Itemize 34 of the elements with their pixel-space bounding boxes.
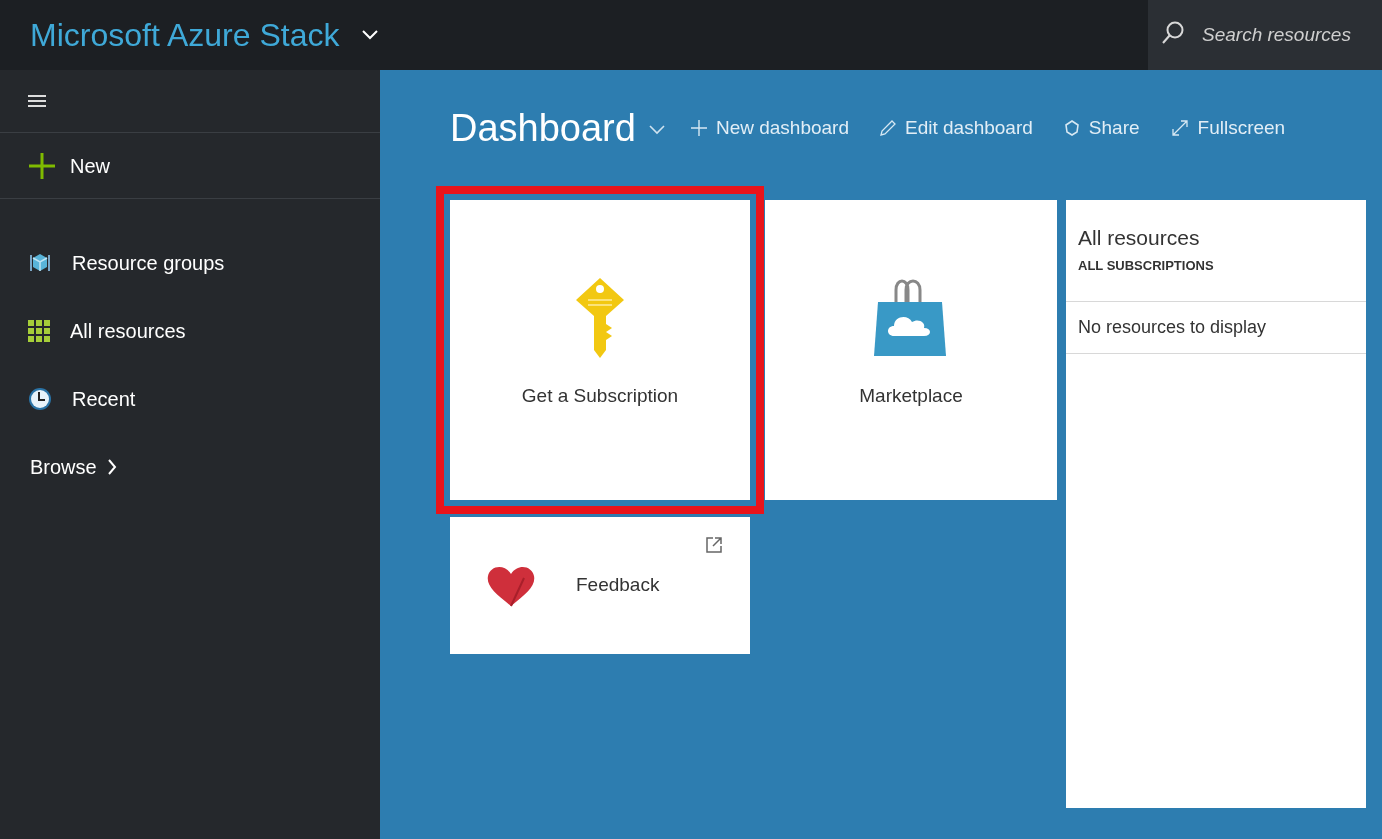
sidebar-item[interactable]: Recent [0,365,380,433]
tile-title: All resources [1078,225,1201,251]
plus-icon [689,119,708,137]
tile-subtitle: ALL SUBSCRIPTIONS [1078,256,1215,275]
grid-icon [28,320,50,342]
tile-label: Marketplace [859,384,963,408]
toolbar-button[interactable]: Share [1062,113,1140,143]
empty-message: No resources to display [1078,316,1267,339]
tile-label: Feedback [576,573,660,598]
pencil-icon [879,119,897,137]
new-button[interactable]: New [0,133,380,199]
dashboard-title[interactable]: Dashboard [450,99,636,157]
search-icon [1160,20,1186,46]
sidebar-item[interactable]: Resource groups [0,229,380,297]
tile-label: Get a Subscription [521,384,679,408]
dashboard-tile[interactable]: Feedback [450,517,750,654]
search-field[interactable]: Search resources [1148,0,1382,70]
chevron-down-icon[interactable] [361,29,380,41]
clock-icon [28,387,52,411]
portal-title[interactable]: Microsoft Azure Stack [0,11,340,59]
resources-tile[interactable]: All resources ALL SUBSCRIPTIONS No resources to display [1066,200,1366,808]
toolbar-button[interactable]: Edit dashboard [879,113,1033,143]
share-icon [1062,119,1081,137]
expand-icon [1169,118,1190,138]
dashboard-tile[interactable]: Marketplace [765,200,1057,500]
external-link-icon[interactable] [706,537,722,553]
plus-icon [28,151,56,180]
dashboard-tile[interactable]: Get a Subscription [450,200,750,500]
toolbar-button[interactable]: Fullscreen [1169,113,1286,143]
sidebar-item[interactable]: All resources [0,297,380,365]
chevron-right-icon [106,458,117,476]
browse-link[interactable]: Browse [0,433,380,501]
menu-icon[interactable] [28,94,46,108]
toolbar-button[interactable]: New dashboard [689,113,849,143]
